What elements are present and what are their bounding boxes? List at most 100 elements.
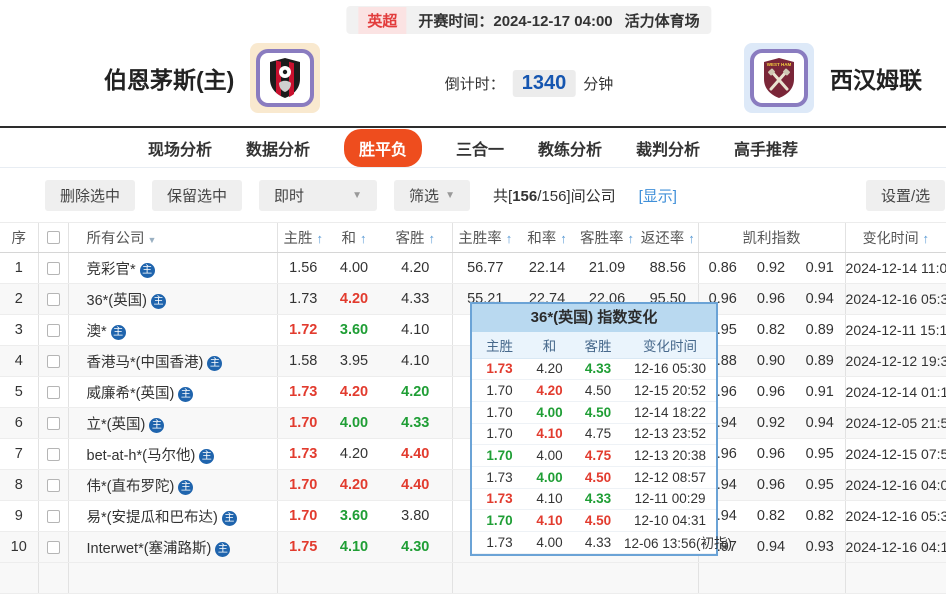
row-checkbox[interactable] — [46, 385, 60, 399]
odds-cell[interactable]: 4.10 — [379, 345, 452, 377]
header-change-time[interactable]: 变化时间 ↑ — [844, 222, 946, 253]
tab-referee-analysis[interactable]: 裁判分析 — [636, 136, 700, 160]
keep-selected-button[interactable]: 保留选中 — [152, 180, 243, 211]
odds-cell[interactable]: 4.00 — [329, 407, 379, 439]
company-cell[interactable]: 伟*(直布罗陀) 主 — [67, 469, 277, 501]
odds-cell[interactable]: 3.60 — [329, 500, 379, 532]
filter-select[interactable]: 筛选 ▼ — [394, 180, 471, 211]
row-index: 7 — [0, 438, 38, 470]
company-cell[interactable]: 立*(英国) 主 — [67, 407, 277, 439]
odds-cell[interactable]: 4.20 — [379, 376, 452, 408]
empty-cell — [37, 562, 68, 594]
odds-cell[interactable]: 1.70 — [276, 500, 329, 532]
odds-cell[interactable]: 4.40 — [379, 438, 452, 470]
odds-cell[interactable]: 4.40 — [379, 469, 452, 501]
time-mode-value: 即时 — [274, 188, 305, 205]
bournemouth-crest-icon — [256, 49, 315, 107]
tab-three-in-one[interactable]: 三合一 — [456, 136, 504, 160]
header-draw-rate[interactable]: 和率 ↑ — [518, 222, 576, 253]
odds-cell[interactable]: 4.10 — [379, 314, 452, 346]
empty-cell — [329, 562, 379, 594]
odds-cell[interactable]: 4.20 — [329, 469, 379, 501]
odds-cell[interactable]: 3.95 — [329, 345, 379, 377]
odds-cell[interactable]: 1.70 — [276, 469, 329, 501]
popup-odds-cell: 4.50 — [572, 466, 624, 489]
odds-cell[interactable]: 4.00 — [329, 252, 379, 284]
company-cell[interactable]: 澳* 主 — [67, 314, 277, 346]
odds-cell[interactable]: 1.70 — [276, 407, 329, 439]
header-home-rate[interactable]: 主胜率 ↑ — [451, 222, 518, 253]
company-name[interactable]: 伟*(直布罗陀) — [87, 479, 175, 495]
company-name[interactable]: 竞彩官* — [87, 262, 136, 278]
row-checkbox[interactable] — [46, 416, 60, 430]
company-name[interactable]: 立*(英国) — [87, 417, 146, 433]
company-cell[interactable]: 36*(英国) 主 — [67, 283, 277, 315]
odds-cell[interactable]: 1.72 — [276, 314, 329, 346]
header-draw-odds[interactable]: 和 ↑ — [329, 222, 379, 253]
odds-cell[interactable]: 1.58 — [276, 345, 329, 377]
odds-cell[interactable]: 1.73 — [276, 283, 329, 315]
row-checkbox[interactable] — [46, 509, 60, 523]
odds-cell[interactable]: 4.33 — [379, 407, 452, 439]
header-away-rate[interactable]: 客胜率 ↑ — [576, 222, 638, 253]
row-checkbox-cell — [37, 500, 68, 532]
company-name[interactable]: 36*(英国) — [87, 293, 147, 309]
company-name[interactable]: 香港马*(中国香港) — [87, 355, 204, 371]
popup-time-cell: 12-16 05:30 — [624, 358, 716, 381]
company-name[interactable]: 易*(安提瓜和巴布达) — [87, 510, 218, 526]
delete-selected-button[interactable]: 删除选中 — [45, 180, 136, 211]
company-name[interactable]: bet-at-h*(马尔他) — [87, 448, 196, 464]
company-name[interactable]: 澳* — [87, 324, 107, 340]
header-away-odds[interactable]: 客胜 ↑ — [379, 222, 452, 253]
header-return-rate[interactable]: 返还率 ↑ — [638, 222, 698, 253]
odds-cell[interactable]: 4.10 — [329, 531, 379, 563]
popup-odds-cell: 4.50 — [572, 379, 624, 402]
time-mode-select[interactable]: 即时 ▼ — [259, 180, 378, 211]
odds-cell[interactable]: 3.80 — [379, 500, 452, 532]
select-all-checkbox[interactable] — [46, 231, 60, 245]
header-checkbox-cell — [37, 222, 68, 253]
settings-button[interactable]: 设置/选 — [866, 180, 946, 211]
tab-data-analysis[interactable]: 数据分析 — [246, 136, 310, 160]
popup-odds-cell: 4.00 — [527, 444, 572, 467]
tab-expert-picks[interactable]: 高手推荐 — [734, 136, 798, 160]
odds-cell[interactable]: 1.75 — [276, 531, 329, 563]
header-home-odds[interactable]: 主胜 ↑ — [276, 222, 329, 253]
odds-cell[interactable]: 1.56 — [276, 252, 329, 284]
company-cell[interactable]: 竞彩官* 主 — [67, 252, 277, 284]
tab-live-analysis[interactable]: 现场分析 — [148, 136, 212, 160]
row-checkbox[interactable] — [46, 292, 60, 306]
home-team-badge — [250, 43, 321, 113]
odds-cell[interactable]: 1.73 — [276, 376, 329, 408]
odds-cell[interactable]: 4.20 — [379, 252, 452, 284]
popup-odds-cell: 4.20 — [527, 358, 572, 381]
empty-cell — [379, 562, 452, 594]
company-cell[interactable]: 香港马*(中国香港) 主 — [67, 345, 277, 377]
row-checkbox[interactable] — [46, 478, 60, 492]
odds-cell[interactable]: 4.20 — [329, 283, 379, 315]
company-cell[interactable]: 威廉希*(英国) 主 — [67, 376, 277, 408]
odds-cell[interactable]: 4.20 — [329, 376, 379, 408]
company-cell[interactable]: Interwet*(塞浦路斯) 主 — [67, 531, 277, 563]
odds-cell[interactable]: 3.60 — [329, 314, 379, 346]
row-checkbox[interactable] — [46, 354, 60, 368]
row-checkbox[interactable] — [46, 540, 60, 554]
company-cell[interactable]: 易*(安提瓜和巴布达) 主 — [67, 500, 277, 532]
row-checkbox[interactable] — [46, 447, 60, 461]
row-index: 9 — [0, 500, 38, 532]
row-checkbox[interactable] — [46, 323, 60, 337]
header-company[interactable]: 所有公司 ▼ — [67, 222, 277, 253]
company-cell[interactable]: bet-at-h*(马尔他) 主 — [67, 438, 277, 470]
odds-cell[interactable]: 1.73 — [276, 438, 329, 470]
row-checkbox[interactable] — [46, 261, 60, 275]
countdown-unit: 分钟 — [583, 76, 614, 93]
tab-coach-analysis[interactable]: 教练分析 — [538, 136, 602, 160]
company-name[interactable]: 威廉希*(英国) — [87, 386, 175, 402]
tab-win-draw-lose[interactable]: 胜平负 — [343, 128, 422, 167]
odds-cell[interactable]: 4.33 — [379, 283, 452, 315]
odds-cell[interactable]: 4.30 — [379, 531, 452, 563]
row-index: 10 — [0, 531, 38, 563]
odds-cell[interactable]: 4.20 — [329, 438, 379, 470]
company-name[interactable]: Interwet*(塞浦路斯) — [87, 541, 212, 557]
show-link[interactable]: [显示] — [639, 185, 677, 206]
